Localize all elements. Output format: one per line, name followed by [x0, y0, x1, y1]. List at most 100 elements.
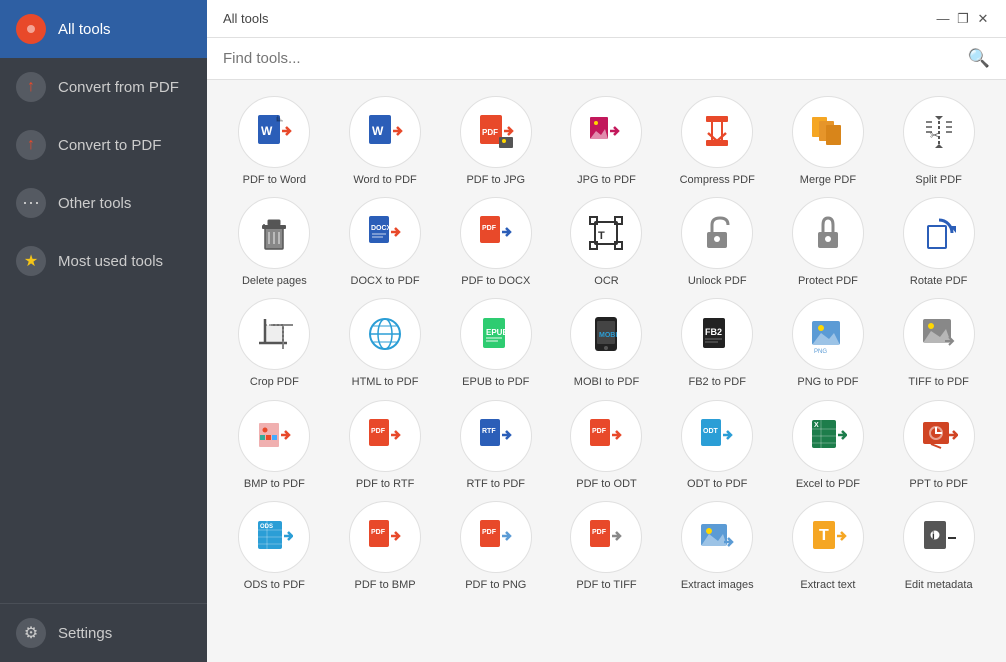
tool-label-epub-to-pdf: EPUB to PDF	[462, 376, 529, 389]
tool-label-docx-to-pdf: DOCX to PDF	[351, 275, 420, 288]
tool-label-unlock-pdf: Unlock PDF	[688, 275, 747, 288]
tool-label-protect-pdf: Protect PDF	[798, 275, 858, 288]
tool-html-to-pdf[interactable]: HTML to PDF	[334, 298, 437, 389]
tool-split-pdf[interactable]: ✂ Split PDF	[887, 96, 990, 187]
tool-label-pdf-to-tiff: PDF to TIFF	[576, 579, 636, 592]
tool-ocr[interactable]: T OCR	[555, 197, 658, 288]
tool-icon-epub-to-pdf: EPUB	[460, 298, 532, 370]
sidebar-item-settings[interactable]: ⚙ Settings	[0, 603, 207, 662]
tool-label-jpg-to-pdf: JPG to PDF	[577, 174, 636, 187]
settings-icon: ⚙	[16, 618, 46, 648]
tool-label-compress-pdf: Compress PDF	[680, 174, 755, 187]
tool-word-to-pdf[interactable]: W Word to PDF	[334, 96, 437, 187]
svg-text:✂: ✂	[930, 130, 939, 142]
tool-label-bmp-to-pdf: BMP to PDF	[244, 478, 305, 491]
tool-rtf-to-pdf[interactable]: RTF RTF to PDF	[444, 400, 547, 491]
tool-icon-ods-to-pdf: ODS	[238, 501, 310, 573]
tool-mobi-to-pdf[interactable]: MOBI MOBI to PDF	[555, 298, 658, 389]
tools-grid: W PDF to Word W Word to PDF PDF PDF to J…	[223, 96, 990, 592]
sidebar-item-other-tools[interactable]: ⋯ Other tools	[0, 174, 207, 232]
search-bar: 🔍	[207, 38, 1006, 80]
svg-text:W: W	[372, 124, 384, 138]
sidebar-item-label: Convert from PDF	[58, 79, 179, 96]
tool-delete-pages[interactable]: Delete pages	[223, 197, 326, 288]
tool-pdf-to-tiff[interactable]: PDF PDF to TIFF	[555, 501, 658, 592]
svg-text:RTF: RTF	[482, 428, 496, 435]
tool-pdf-to-jpg[interactable]: PDF PDF to JPG	[444, 96, 547, 187]
sidebar-item-all-tools[interactable]: All tools	[0, 0, 207, 58]
tool-icon-excel-to-pdf: X	[792, 400, 864, 472]
tool-label-crop-pdf: Crop PDF	[250, 376, 299, 389]
tool-icon-compress-pdf	[681, 96, 753, 168]
tool-pdf-to-word[interactable]: W PDF to Word	[223, 96, 326, 187]
tool-epub-to-pdf[interactable]: EPUB EPUB to PDF	[444, 298, 547, 389]
tool-rotate-pdf[interactable]: Rotate PDF	[887, 197, 990, 288]
svg-text:PDF: PDF	[592, 428, 607, 435]
tool-pdf-to-odt[interactable]: PDF PDF to ODT	[555, 400, 658, 491]
sidebar-item-label: Convert to PDF	[58, 137, 161, 154]
svg-text:PDF: PDF	[482, 529, 497, 536]
sidebar-item-convert-to-pdf[interactable]: ↑ Convert to PDF	[0, 116, 207, 174]
tool-icon-protect-pdf	[792, 197, 864, 269]
tool-edit-metadata[interactable]: i Edit metadata	[887, 501, 990, 592]
tool-icon-pdf-to-bmp: PDF	[349, 501, 421, 573]
tool-merge-pdf[interactable]: Merge PDF	[777, 96, 880, 187]
tool-label-edit-metadata: Edit metadata	[905, 579, 973, 592]
tool-label-tiff-to-pdf: TIFF to PDF	[908, 376, 969, 389]
tool-icon-pdf-to-docx: PDF	[460, 197, 532, 269]
tool-icon-extract-images	[681, 501, 753, 573]
tool-ppt-to-pdf[interactable]: PPT to PDF	[887, 400, 990, 491]
tool-icon-pdf-to-word: W	[238, 96, 310, 168]
tool-fb2-to-pdf[interactable]: FB2 FB2 to PDF	[666, 298, 769, 389]
tool-ods-to-pdf[interactable]: ODS ODS to PDF	[223, 501, 326, 592]
convert-from-pdf-icon: ↑	[16, 72, 46, 102]
tool-icon-bmp-to-pdf	[238, 400, 310, 472]
tool-icon-pdf-to-png: PDF	[460, 501, 532, 573]
other-tools-icon: ⋯	[16, 188, 46, 218]
tool-docx-to-pdf[interactable]: DOCX DOCX to PDF	[334, 197, 437, 288]
sidebar-item-convert-from-pdf[interactable]: ↑ Convert from PDF	[0, 58, 207, 116]
tool-odt-to-pdf[interactable]: ODT ODT to PDF	[666, 400, 769, 491]
tool-extract-text[interactable]: T Extract text	[777, 501, 880, 592]
minimize-button[interactable]: —	[936, 12, 950, 26]
tool-icon-mobi-to-pdf: MOBI	[570, 298, 642, 370]
tool-label-delete-pages: Delete pages	[242, 275, 307, 288]
sidebar-item-label: Most used tools	[58, 253, 163, 270]
tool-label-pdf-to-png: PDF to PNG	[465, 579, 526, 592]
svg-text:ODS: ODS	[260, 524, 273, 530]
tool-label-merge-pdf: Merge PDF	[800, 174, 856, 187]
tool-label-html-to-pdf: HTML to PDF	[352, 376, 419, 389]
tool-label-excel-to-pdf: Excel to PDF	[796, 478, 860, 491]
tool-icon-odt-to-pdf: ODT	[681, 400, 753, 472]
svg-text:PDF: PDF	[482, 225, 497, 232]
search-input[interactable]	[223, 50, 960, 67]
tool-pdf-to-png[interactable]: PDF PDF to PNG	[444, 501, 547, 592]
close-button[interactable]: ✕	[976, 12, 990, 26]
tool-excel-to-pdf[interactable]: X Excel to PDF	[777, 400, 880, 491]
tool-label-extract-text: Extract text	[800, 579, 855, 592]
tool-icon-split-pdf: ✂	[903, 96, 975, 168]
tool-unlock-pdf[interactable]: Unlock PDF	[666, 197, 769, 288]
tool-crop-pdf[interactable]: Crop PDF	[223, 298, 326, 389]
tool-extract-images[interactable]: Extract images	[666, 501, 769, 592]
svg-text:PDF: PDF	[371, 428, 386, 435]
tool-icon-rtf-to-pdf: RTF	[460, 400, 532, 472]
tool-jpg-to-pdf[interactable]: JPG to PDF	[555, 96, 658, 187]
tool-pdf-to-docx[interactable]: PDF PDF to DOCX	[444, 197, 547, 288]
all-tools-icon	[16, 14, 46, 44]
title-bar: All tools — ❐ ✕	[207, 0, 1006, 38]
tool-png-to-pdf[interactable]: PNG PNG to PDF	[777, 298, 880, 389]
maximize-button[interactable]: ❐	[956, 12, 970, 26]
tool-compress-pdf[interactable]: Compress PDF	[666, 96, 769, 187]
sidebar-item-most-used[interactable]: ★ Most used tools	[0, 232, 207, 290]
tool-icon-word-to-pdf: W	[349, 96, 421, 168]
tool-tiff-to-pdf[interactable]: TIFF to PDF	[887, 298, 990, 389]
svg-text:X: X	[814, 422, 819, 429]
tool-protect-pdf[interactable]: Protect PDF	[777, 197, 880, 288]
tool-pdf-to-bmp[interactable]: PDF PDF to BMP	[334, 501, 437, 592]
tool-bmp-to-pdf[interactable]: BMP to PDF	[223, 400, 326, 491]
tool-icon-html-to-pdf	[349, 298, 421, 370]
tool-label-pdf-to-word: PDF to Word	[243, 174, 306, 187]
tool-pdf-to-rtf[interactable]: PDF PDF to RTF	[334, 400, 437, 491]
search-icon: 🔍	[968, 48, 990, 69]
